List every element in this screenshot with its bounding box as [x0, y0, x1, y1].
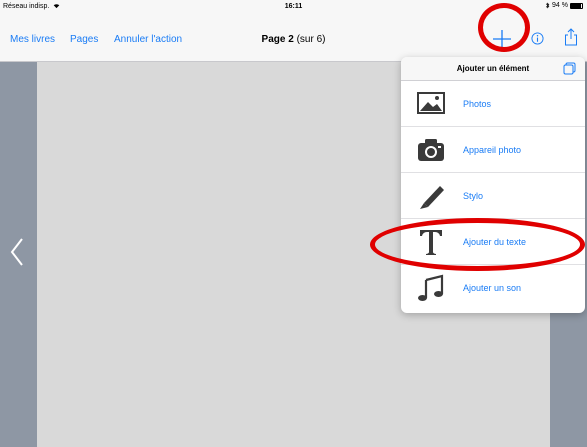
menu-item-add-sound[interactable]: Ajouter un son	[401, 265, 585, 311]
menu-item-pen[interactable]: Stylo	[401, 173, 585, 219]
menu-item-label: Ajouter du texte	[463, 237, 527, 247]
status-right: 94 %	[545, 2, 583, 9]
menu-item-label: Ajouter un son	[463, 283, 522, 293]
status-bar: Réseau indisp. 16:11 94 %	[0, 0, 587, 14]
photos-icon	[417, 92, 445, 114]
previous-page-icon[interactable]	[10, 237, 24, 267]
menu-item-camera[interactable]: Appareil photo	[401, 127, 585, 173]
battery-icon	[570, 2, 583, 9]
add-element-popover: Ajouter un élément Photos Appareil photo…	[401, 57, 585, 313]
popover-title: Ajouter un élément	[456, 64, 530, 73]
bluetooth-icon	[545, 2, 550, 9]
menu-item-label: Appareil photo	[463, 145, 522, 155]
menu-item-label: Stylo	[463, 191, 484, 201]
page-total: (sur 6)	[296, 34, 326, 45]
layers-icon[interactable]	[563, 62, 576, 75]
navigation-bar: Mes livres Pages Annuler l'action Page 2…	[0, 14, 587, 62]
page-label: Page 2	[261, 34, 294, 45]
text-icon	[420, 230, 442, 255]
menu-item-photos[interactable]: Photos	[401, 81, 585, 127]
share-icon[interactable]	[564, 28, 578, 46]
menu-item-add-text[interactable]: Ajouter du texte	[401, 219, 585, 265]
pen-icon	[420, 186, 444, 209]
music-note-icon	[418, 274, 444, 301]
battery-percent: 94 %	[552, 2, 568, 9]
popover-header: Ajouter un élément	[401, 57, 585, 81]
info-icon[interactable]	[531, 32, 544, 45]
camera-icon	[418, 139, 444, 161]
menu-item-label: Photos	[463, 99, 492, 109]
status-time: 16:11	[284, 3, 303, 10]
add-icon[interactable]	[490, 27, 514, 51]
